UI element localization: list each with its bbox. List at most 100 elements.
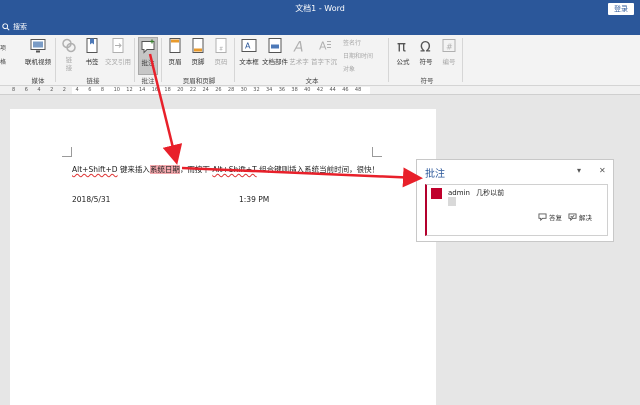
body-paragraph[interactable]: Alt+Shift+D 键来插入系统日期，而按下 Alt+Shift+T 组合键… — [72, 164, 379, 175]
bookmark-button[interactable]: 书签 — [82, 37, 102, 75]
footer-button[interactable]: 页脚 — [188, 37, 208, 75]
horizontal-ruler[interactable]: 8 6 4 2 2 4 6 8 10 12 14 16 18 20 22 24 26 28 30 32 34 36 38 40… — [0, 86, 640, 95]
search-icon — [2, 23, 10, 31]
new-comment-button[interactable]: 批注 — [138, 37, 158, 75]
margin-corner-tl — [62, 147, 72, 157]
svg-text:A: A — [293, 40, 304, 55]
quick-parts-label: 文档部件 — [262, 58, 288, 66]
wordart-icon: A — [293, 40, 304, 56]
quick-parts-button[interactable]: 文档部件 — [262, 37, 288, 75]
ruler-tick: 24 — [202, 87, 209, 93]
ruler-tick: 20 — [177, 87, 184, 93]
symbol-label: 符号 — [419, 58, 433, 66]
ruler-tick: 42 — [316, 87, 324, 93]
comments-pane: 批注 ▾ ✕ admin 几秒以前 答复 解决 — [416, 159, 614, 242]
footer-icon — [192, 38, 204, 53]
shortcut-date: Alt+Shift+D — [72, 165, 118, 174]
pane-options-icon[interactable]: ▾ — [577, 166, 581, 175]
group-symbols: 符号 — [420, 77, 434, 85]
svg-text:A: A — [319, 40, 327, 53]
symbol-button[interactable]: Ω 符号 — [416, 37, 436, 75]
ruler-tick: 46 — [342, 87, 349, 93]
ruler-tick: 6 — [88, 87, 92, 93]
ruler-tick: 34 — [266, 87, 273, 93]
header-icon — [169, 38, 181, 53]
ruler-tick: 16 — [151, 87, 159, 93]
cross-reference-icon — [112, 38, 124, 53]
comment-author: admin — [448, 189, 470, 197]
search-box[interactable]: 搜索 — [2, 22, 27, 32]
ruler-tick: 2 — [62, 87, 66, 93]
online-video-button[interactable]: 联机视频 — [24, 37, 52, 75]
numbering-icon: # — [442, 39, 456, 52]
group-comments: 批注 — [141, 77, 155, 85]
svg-text:#: # — [219, 47, 223, 53]
document-area: Alt+Shift+D 键来插入系统日期，而按下 Alt+Shift+T 组合键… — [0, 96, 640, 405]
numbering-label: 编号 — [442, 58, 456, 66]
link-button[interactable]: 链接 — [60, 37, 78, 75]
textbox-button[interactable]: A 文本框 — [237, 37, 261, 75]
ribbon: 项 格 联机视频 链接 书签 交叉引用 批注 页眉 页脚 # 页码 A 文本框 — [0, 35, 640, 86]
svg-text:Ω: Ω — [420, 40, 431, 55]
commented-text[interactable]: 系统日期 — [149, 165, 180, 174]
resolve-button[interactable]: 解决 — [568, 212, 592, 222]
shortcut-time: Alt+Shift+T — [212, 165, 257, 174]
ruler-tick: 30 — [240, 87, 247, 93]
cross-reference-label: 交叉引用 — [105, 58, 131, 66]
page[interactable]: Alt+Shift+D 键来插入系统日期，而按下 Alt+Shift+T 组合键… — [10, 109, 436, 405]
ruler-tick: 48 — [354, 87, 362, 93]
object-item[interactable]: 对象 — [343, 64, 355, 73]
comment-card[interactable]: admin 几秒以前 答复 解决 — [425, 184, 608, 236]
resolve-label: 解决 — [579, 214, 592, 222]
date-time-item[interactable]: 日期和时间 — [343, 51, 373, 60]
equation-button[interactable]: π 公式 — [393, 37, 413, 75]
footer-label: 页脚 — [191, 58, 205, 66]
cut-label-1: 项 — [0, 45, 7, 52]
ruler-tick: 12 — [126, 87, 133, 93]
inserted-date[interactable]: 2018/5/31 — [72, 195, 110, 204]
comment-text-field[interactable] — [448, 197, 456, 206]
cross-reference-button[interactable]: 交叉引用 — [104, 37, 132, 75]
group-text: 文本 — [305, 77, 319, 85]
group-header-footer: 页眉和页脚 — [182, 77, 216, 85]
link-label: 链接 — [65, 56, 73, 72]
ruler-tick: 2 — [50, 87, 54, 93]
ruler-tick: 8 — [12, 87, 16, 93]
login-button[interactable]: 登录 — [608, 3, 634, 15]
numbering-button[interactable]: # 编号 — [439, 37, 459, 75]
signature-line-item[interactable]: 签名行 — [343, 38, 361, 47]
comment-author-line: admin 几秒以前 — [448, 188, 504, 198]
comment-icon — [141, 39, 155, 54]
bookmark-label: 书签 — [85, 58, 99, 66]
ruler-tick: 8 — [100, 87, 105, 93]
ruler-tick: 40 — [304, 87, 311, 93]
ruler-tick: 32 — [253, 87, 260, 93]
reply-button[interactable]: 答复 — [538, 212, 562, 222]
drop-cap-button[interactable]: A 首字下沉 — [311, 37, 337, 75]
wordart-button[interactable]: A 艺术字 — [289, 37, 309, 75]
equation-icon: π — [397, 38, 406, 56]
page-number-button[interactable]: # 页码 — [211, 37, 231, 75]
ruler-tick: 4 — [75, 87, 79, 93]
ruler-tick: 10 — [113, 87, 120, 93]
svg-text:A: A — [245, 42, 251, 51]
online-video-icon — [30, 39, 46, 53]
svg-text:#: # — [446, 43, 453, 52]
ruler-tick: 4 — [37, 87, 41, 93]
ruler-tick: 36 — [278, 87, 286, 93]
text-segment-2: ，而按下 — [179, 165, 213, 174]
close-icon[interactable]: ✕ — [599, 166, 606, 175]
drop-cap-label: 首字下沉 — [311, 58, 337, 66]
ruler-tick: 18 — [164, 87, 171, 93]
page-number-icon: # — [215, 38, 227, 53]
header-button[interactable]: 页眉 — [165, 37, 185, 75]
cut-label-2: 格 — [0, 59, 7, 66]
quick-parts-icon — [268, 38, 282, 53]
group-links: 链接 — [86, 77, 100, 85]
title-bar: 文档1 - Word 登录 — [0, 0, 640, 19]
inserted-time[interactable]: 1:39 PM — [239, 195, 269, 204]
wordart-label: 艺术字 — [289, 58, 309, 66]
comment-label: 批注 — [141, 59, 155, 67]
textbox-icon: A — [241, 39, 257, 52]
text-segment-1: 键来插入 — [117, 165, 150, 174]
